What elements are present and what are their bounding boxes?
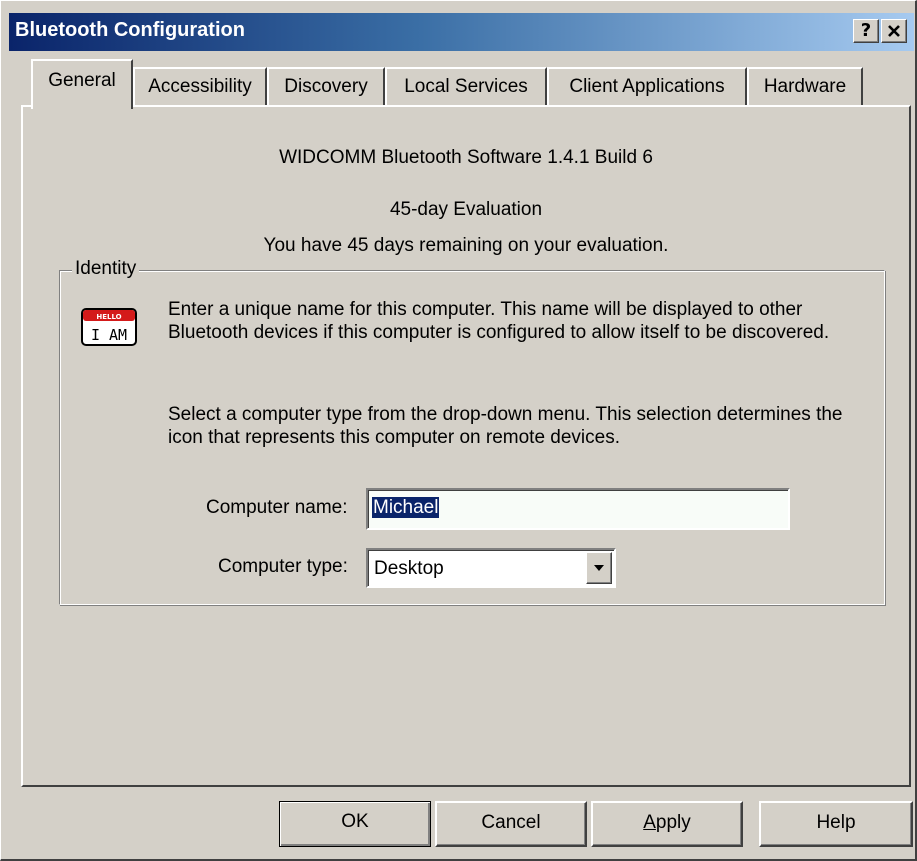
computer-type-dropdown[interactable]: Desktop — [366, 548, 616, 588]
tab-accessibility[interactable]: Accessibility — [133, 67, 267, 107]
apply-button[interactable]: Apply — [591, 801, 743, 847]
title-bar[interactable]: Bluetooth Configuration ? — [9, 13, 914, 51]
general-tab-page: WIDCOMM Bluetooth Software 1.4.1 Build 6… — [21, 105, 911, 787]
identity-description-name: Enter a unique name for this computer. T… — [168, 299, 830, 343]
dropdown-button[interactable] — [586, 552, 612, 584]
computer-name-input[interactable]: Michael — [366, 488, 790, 530]
product-version-text: WIDCOMM Bluetooth Software 1.4.1 Build 6 — [279, 147, 653, 168]
computer-name-selected-text: Michael — [372, 497, 440, 518]
close-icon — [888, 25, 900, 37]
close-title-button[interactable] — [881, 19, 907, 43]
hello-icon-main-text: I AM — [91, 326, 127, 344]
identity-description-type: Select a computer type from the drop-dow… — [168, 404, 843, 448]
bluetooth-configuration-dialog: Bluetooth Configuration ? General Access… — [0, 0, 917, 861]
hello-i-am-name-tag-icon: HELLO I AM — [81, 308, 137, 346]
hello-icon-top-text: HELLO — [96, 313, 121, 321]
cancel-button[interactable]: Cancel — [435, 801, 587, 847]
ok-button[interactable]: OK — [279, 801, 431, 847]
identity-group-box: Identity HELLO I AM Enter a unique name … — [59, 258, 885, 605]
window-title: Bluetooth Configuration — [15, 19, 245, 41]
identity-legend: Identity — [72, 258, 140, 280]
tab-general[interactable]: General — [31, 59, 133, 109]
computer-type-label: Computer type: — [218, 556, 348, 577]
tab-hardware[interactable]: Hardware — [747, 67, 863, 107]
evaluation-remaining-text: You have 45 days remaining on your evalu… — [263, 235, 669, 256]
tab-client-applications[interactable]: Client Applications — [547, 67, 747, 107]
tab-discovery[interactable]: Discovery — [267, 67, 385, 107]
chevron-down-icon — [594, 565, 604, 571]
computer-name-label: Computer name: — [206, 497, 348, 518]
apply-label-rest: pply — [655, 812, 691, 833]
help-button[interactable]: Help — [759, 801, 913, 847]
apply-accelerator: A — [643, 812, 656, 833]
help-title-button[interactable]: ? — [853, 19, 879, 43]
computer-type-value: Desktop — [374, 558, 444, 579]
tab-local-services[interactable]: Local Services — [385, 67, 547, 107]
evaluation-title: 45-day Evaluation — [389, 199, 543, 220]
